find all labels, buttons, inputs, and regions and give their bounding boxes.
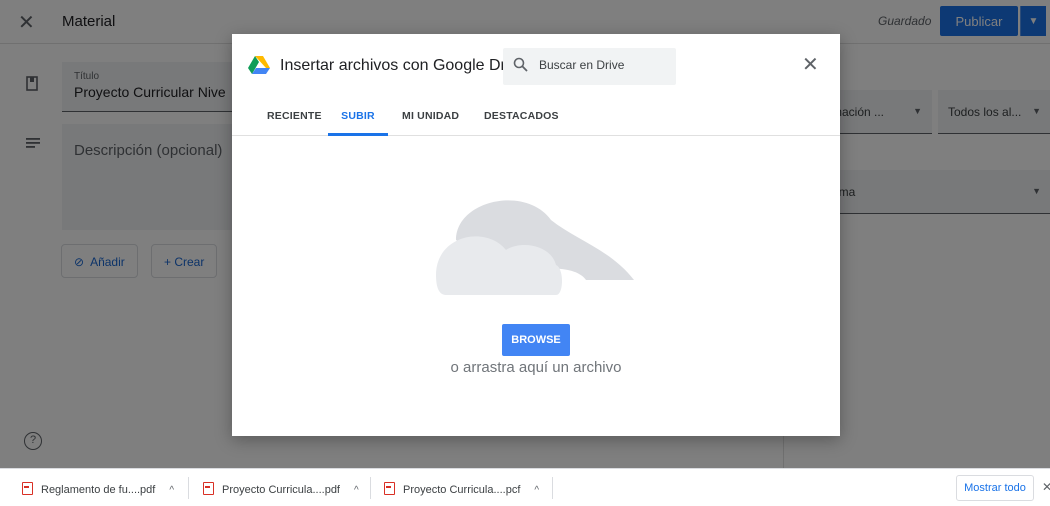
downloads-bar: Reglamento de fu....pdf ^ Proyecto Curric… — [0, 468, 1050, 506]
dialog-close-icon[interactable]: ✕ — [802, 52, 819, 77]
close-icon[interactable]: ✕ — [1042, 480, 1050, 494]
chevron-up-icon[interactable]: ^ — [354, 485, 359, 496]
chevron-up-icon[interactable]: ^ — [534, 485, 539, 496]
download-item[interactable]: Proyecto Curricula....pcf ^ — [384, 469, 539, 506]
upload-cloud-icon — [436, 180, 636, 305]
drag-drop-hint: o arrastra aquí un archivo — [450, 359, 622, 376]
dialog-title: Insertar archivos con Google Drive — [280, 57, 527, 74]
drive-search-input[interactable] — [539, 58, 669, 72]
chevron-up-icon[interactable]: ^ — [169, 485, 174, 496]
dialog-header: Insertar archivos con Google Drive ✕ — [232, 34, 840, 92]
search-icon[interactable] — [513, 57, 528, 77]
tab-mi-unidad[interactable]: MI UNIDAD — [402, 92, 459, 136]
drive-search-box[interactable] — [503, 48, 676, 85]
tab-subir[interactable]: SUBIR — [328, 92, 388, 136]
pdf-file-icon — [384, 482, 395, 495]
google-drive-icon — [248, 56, 270, 80]
download-item-name: Proyecto Curricula....pdf — [222, 484, 340, 496]
tab-reciente[interactable]: RECIENTE — [267, 92, 322, 136]
browse-button[interactable]: BROWSE — [502, 324, 570, 356]
download-item[interactable]: Proyecto Curricula....pdf ^ — [203, 469, 359, 506]
download-item-name: Reglamento de fu....pdf — [41, 484, 156, 496]
drive-picker-dialog: Insertar archivos con Google Drive ✕ REC… — [232, 34, 840, 436]
divider — [552, 477, 553, 499]
download-item[interactable]: Reglamento de fu....pdf ^ — [22, 469, 174, 506]
divider — [370, 477, 371, 499]
pdf-file-icon — [22, 482, 33, 495]
tab-destacados[interactable]: DESTACADOS — [484, 92, 559, 136]
divider — [188, 477, 189, 499]
pdf-file-icon — [203, 482, 214, 495]
dialog-tabs: RECIENTE SUBIR MI UNIDAD DESTACADOS — [232, 92, 840, 136]
show-all-downloads-button[interactable]: Mostrar todo — [956, 475, 1034, 501]
download-item-name: Proyecto Curricula....pcf — [403, 484, 521, 496]
